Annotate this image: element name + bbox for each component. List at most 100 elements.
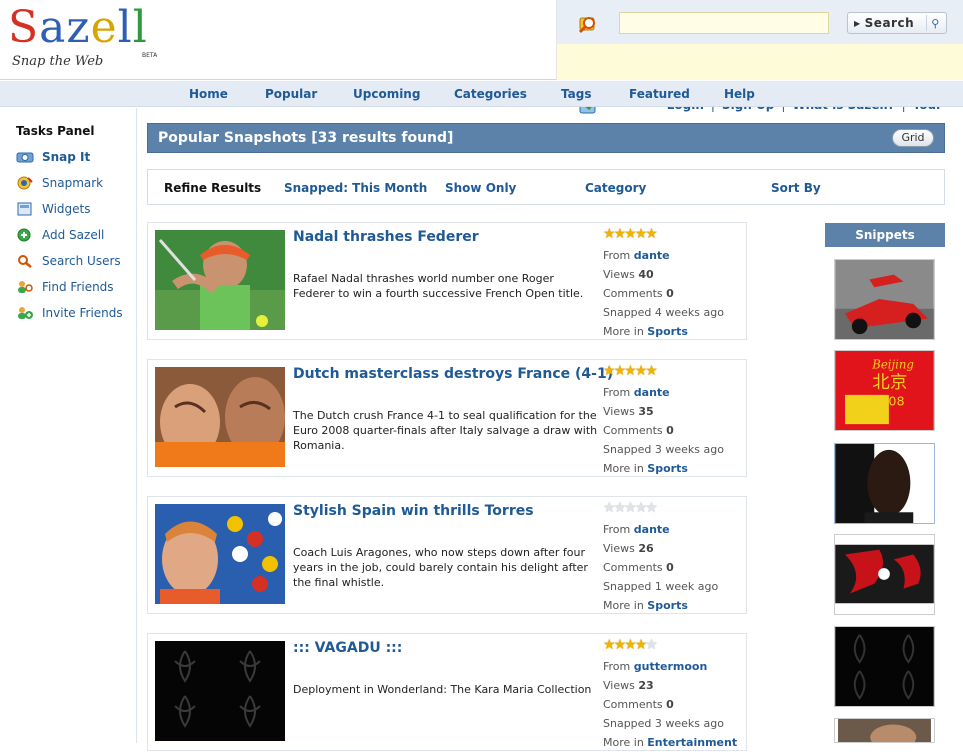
category-link[interactable]: Sports	[647, 599, 688, 612]
comments-count: 0	[666, 561, 674, 574]
snapshot-meta: ★★★★★ From dante Views 26 Comments 0 Sna…	[603, 501, 743, 615]
task-search-users[interactable]: Search Users	[16, 254, 121, 268]
snapshot-meta: ★★★★★ From dante Views 40 Comments 0 Sna…	[603, 227, 743, 341]
star-icon[interactable]: ★	[645, 364, 658, 378]
snapshot-description: Rafael Nadal thrashes world number one R…	[293, 272, 584, 300]
tasks-panel: Tasks Panel Snap It Snapmark Widgets Add…	[0, 108, 137, 743]
nav-featured[interactable]: Featured	[629, 87, 690, 101]
logo-letter: l	[117, 2, 133, 53]
task-invite-friends[interactable]: Invite Friends	[16, 306, 123, 320]
refine-label: Refine Results	[164, 181, 262, 195]
snapshot-thumbnail[interactable]	[155, 641, 285, 741]
search-users-icon	[18, 255, 32, 268]
filter-category[interactable]: Category	[585, 181, 646, 195]
task-label: Snapmark	[42, 176, 104, 190]
star-icon[interactable]: ★	[645, 638, 658, 652]
rating-stars[interactable]: ★★★★★	[603, 501, 743, 517]
snapped-time: Snapped 4 weeks ago	[603, 306, 724, 319]
user-link[interactable]: dante	[634, 523, 670, 536]
task-find-friends[interactable]: Find Friends	[16, 280, 114, 294]
task-label: Search Users	[42, 254, 121, 268]
snapped-time: Snapped 1 week ago	[603, 580, 719, 593]
snapshot-thumbnail[interactable]	[155, 367, 285, 467]
logo[interactable]: Sazell BETA Snap the Web	[8, 2, 158, 78]
meta-label: From	[603, 523, 631, 536]
snapshot-title[interactable]: ::: VAGADU :::	[293, 640, 402, 656]
snapshot-title[interactable]: Nadal thrashes Federer	[293, 229, 479, 245]
snapped-time: Snapped 3 weeks ago	[603, 717, 724, 730]
magnifier-icon: ⚲	[926, 15, 944, 31]
meta-label: Views	[603, 542, 635, 555]
snapmark-icon	[17, 176, 33, 190]
views-count: 23	[638, 679, 654, 692]
star-icon[interactable]: ★	[645, 227, 658, 241]
rating-stars[interactable]: ★★★★★	[603, 638, 743, 654]
nav-home[interactable]: Home	[189, 87, 228, 101]
nav-categories[interactable]: Categories	[454, 87, 527, 101]
arrow-right-icon: ▶	[854, 18, 861, 28]
category-link[interactable]: Sports	[647, 462, 688, 475]
snapshot-title[interactable]: Stylish Spain win thrills Torres	[293, 503, 534, 519]
snapshot-item: Nadal thrashes Federer Rafael Nadal thra…	[147, 222, 747, 340]
snippets-title: Snippets	[825, 223, 945, 247]
tagline: Snap the Web	[12, 54, 104, 69]
task-snap-it[interactable]: Snap It	[16, 150, 90, 164]
snapped-time: Snapped 3 weeks ago	[603, 443, 724, 456]
logo-letter: l	[132, 2, 148, 53]
filter-sort-by[interactable]: Sort By	[771, 181, 821, 195]
snapshot-item: Dutch masterclass destroys France (4-1) …	[147, 359, 747, 477]
task-label: Snap It	[42, 150, 91, 164]
meta-label: Comments	[603, 561, 663, 574]
header: Sazell BETA Snap the Web ▶ Search ⚲	[0, 0, 963, 114]
search-icon	[578, 17, 595, 34]
snapshot-description: Deployment in Wonderland: The Kara Maria…	[293, 683, 592, 696]
snapshot-thumbnail[interactable]	[155, 504, 285, 604]
search-button[interactable]: ▶ Search ⚲	[847, 12, 947, 34]
logo-letter: S	[8, 2, 40, 53]
results-title: Popular Snapshots [33 results found]	[158, 130, 454, 146]
results-header: Popular Snapshots [33 results found] Gri…	[147, 123, 945, 153]
header-panel: ▶ Search ⚲ Login|Sign Up|What is Sazell?…	[556, 0, 963, 114]
user-link[interactable]: dante	[634, 386, 670, 399]
snippet-thumbnail[interactable]	[834, 259, 935, 340]
filter-snapped[interactable]: Snapped: This Month	[284, 181, 427, 195]
snapshot-title[interactable]: Dutch masterclass destroys France (4-1)	[293, 366, 613, 382]
snippet-thumbnail[interactable]: Beijing 北京 2008	[834, 350, 935, 431]
task-label: Invite Friends	[42, 306, 123, 320]
search-input[interactable]	[619, 12, 829, 34]
main-nav: Home Popular Upcoming Categories Tags Fe…	[0, 81, 963, 107]
add-icon	[17, 228, 31, 242]
rating-stars[interactable]: ★★★★★	[603, 227, 743, 243]
views-count: 26	[638, 542, 654, 555]
meta-label: Views	[603, 679, 635, 692]
meta-label: From	[603, 386, 631, 399]
snippet-thumbnail[interactable]	[834, 443, 935, 524]
snapshot-thumbnail[interactable]	[155, 230, 285, 330]
task-widgets[interactable]: Widgets	[16, 202, 91, 216]
user-link[interactable]: dante	[634, 249, 670, 262]
category-link[interactable]: Sports	[647, 325, 688, 338]
task-add-sazell[interactable]: Add Sazell	[16, 228, 104, 242]
nav-tags[interactable]: Tags	[561, 87, 591, 101]
snapshot-meta: ★★★★★ From dante Views 35 Comments 0 Sna…	[603, 364, 743, 478]
snippet-thumbnail[interactable]	[834, 534, 935, 615]
filter-show-only[interactable]: Show Only	[445, 181, 516, 195]
star-icon[interactable]: ★	[645, 501, 658, 515]
snippet-thumbnail[interactable]	[834, 626, 935, 707]
user-link[interactable]: guttermoon	[634, 660, 708, 673]
rating-stars[interactable]: ★★★★★	[603, 364, 743, 380]
snapshot-description: Coach Luis Aragones, who now steps down …	[293, 546, 588, 589]
comments-count: 0	[666, 424, 674, 437]
invite-friends-icon	[18, 307, 33, 319]
tasks-panel-title: Tasks Panel	[16, 124, 95, 138]
meta-label: Comments	[603, 424, 663, 437]
nav-popular[interactable]: Popular	[265, 87, 317, 101]
nav-help[interactable]: Help	[724, 87, 755, 101]
nav-upcoming[interactable]: Upcoming	[353, 87, 420, 101]
task-snapmark[interactable]: Snapmark	[16, 176, 103, 190]
meta-label: Comments	[603, 698, 663, 711]
snippet-thumbnail[interactable]	[834, 718, 935, 743]
grid-view-button[interactable]: Grid	[892, 129, 934, 147]
logo-letter: e	[90, 2, 118, 53]
snippet-text: 北京	[872, 373, 907, 393]
